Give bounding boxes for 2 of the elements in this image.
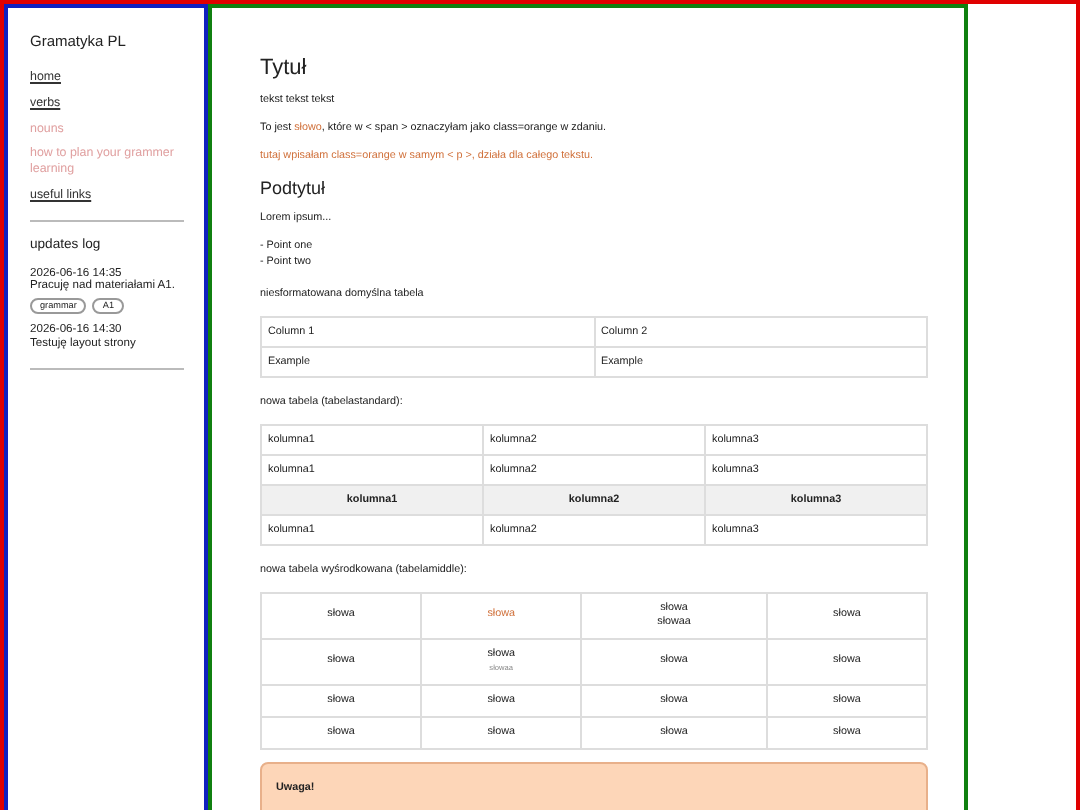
- page-title: Tytuł: [260, 56, 309, 80]
- subtitle: Podtytuł: [260, 178, 328, 198]
